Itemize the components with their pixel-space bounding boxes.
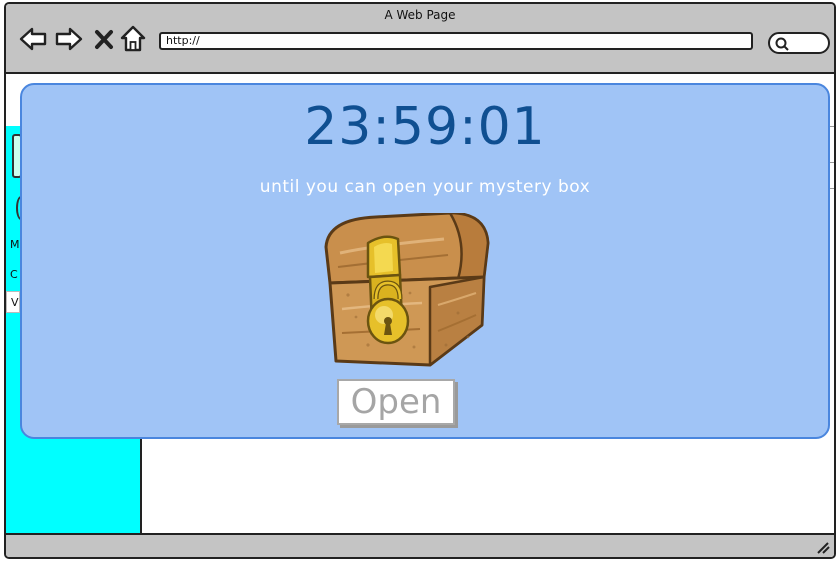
- status-bar: [6, 533, 834, 557]
- forward-arrow-icon: [55, 27, 83, 51]
- countdown-caption: until you can open your mystery box: [259, 177, 591, 197]
- browser-toolbar: A Web Page http://: [6, 4, 834, 74]
- home-button[interactable]: [120, 24, 146, 54]
- window-title: A Web Page: [384, 8, 456, 22]
- treasure-chest-icon: [318, 213, 490, 369]
- search-button[interactable]: [768, 32, 830, 54]
- search-icon: [775, 37, 789, 51]
- countdown-timer: 23:59:01: [304, 97, 546, 157]
- home-icon: [120, 25, 146, 52]
- back-button[interactable]: [18, 24, 48, 54]
- close-icon: [95, 30, 113, 49]
- resize-grip-icon[interactable]: [816, 540, 830, 554]
- sidebar-item-m[interactable]: M: [6, 234, 20, 256]
- open-button[interactable]: Open: [337, 379, 455, 425]
- forward-button[interactable]: [54, 24, 84, 54]
- back-arrow-icon: [19, 27, 47, 51]
- stop-button[interactable]: [92, 24, 116, 54]
- mystery-box-modal: 23:59:01 until you can open your mystery…: [20, 83, 830, 439]
- sidebar-item-c[interactable]: C: [6, 264, 20, 286]
- address-bar[interactable]: http://: [159, 32, 753, 50]
- sidebar-item-v[interactable]: V: [6, 291, 20, 313]
